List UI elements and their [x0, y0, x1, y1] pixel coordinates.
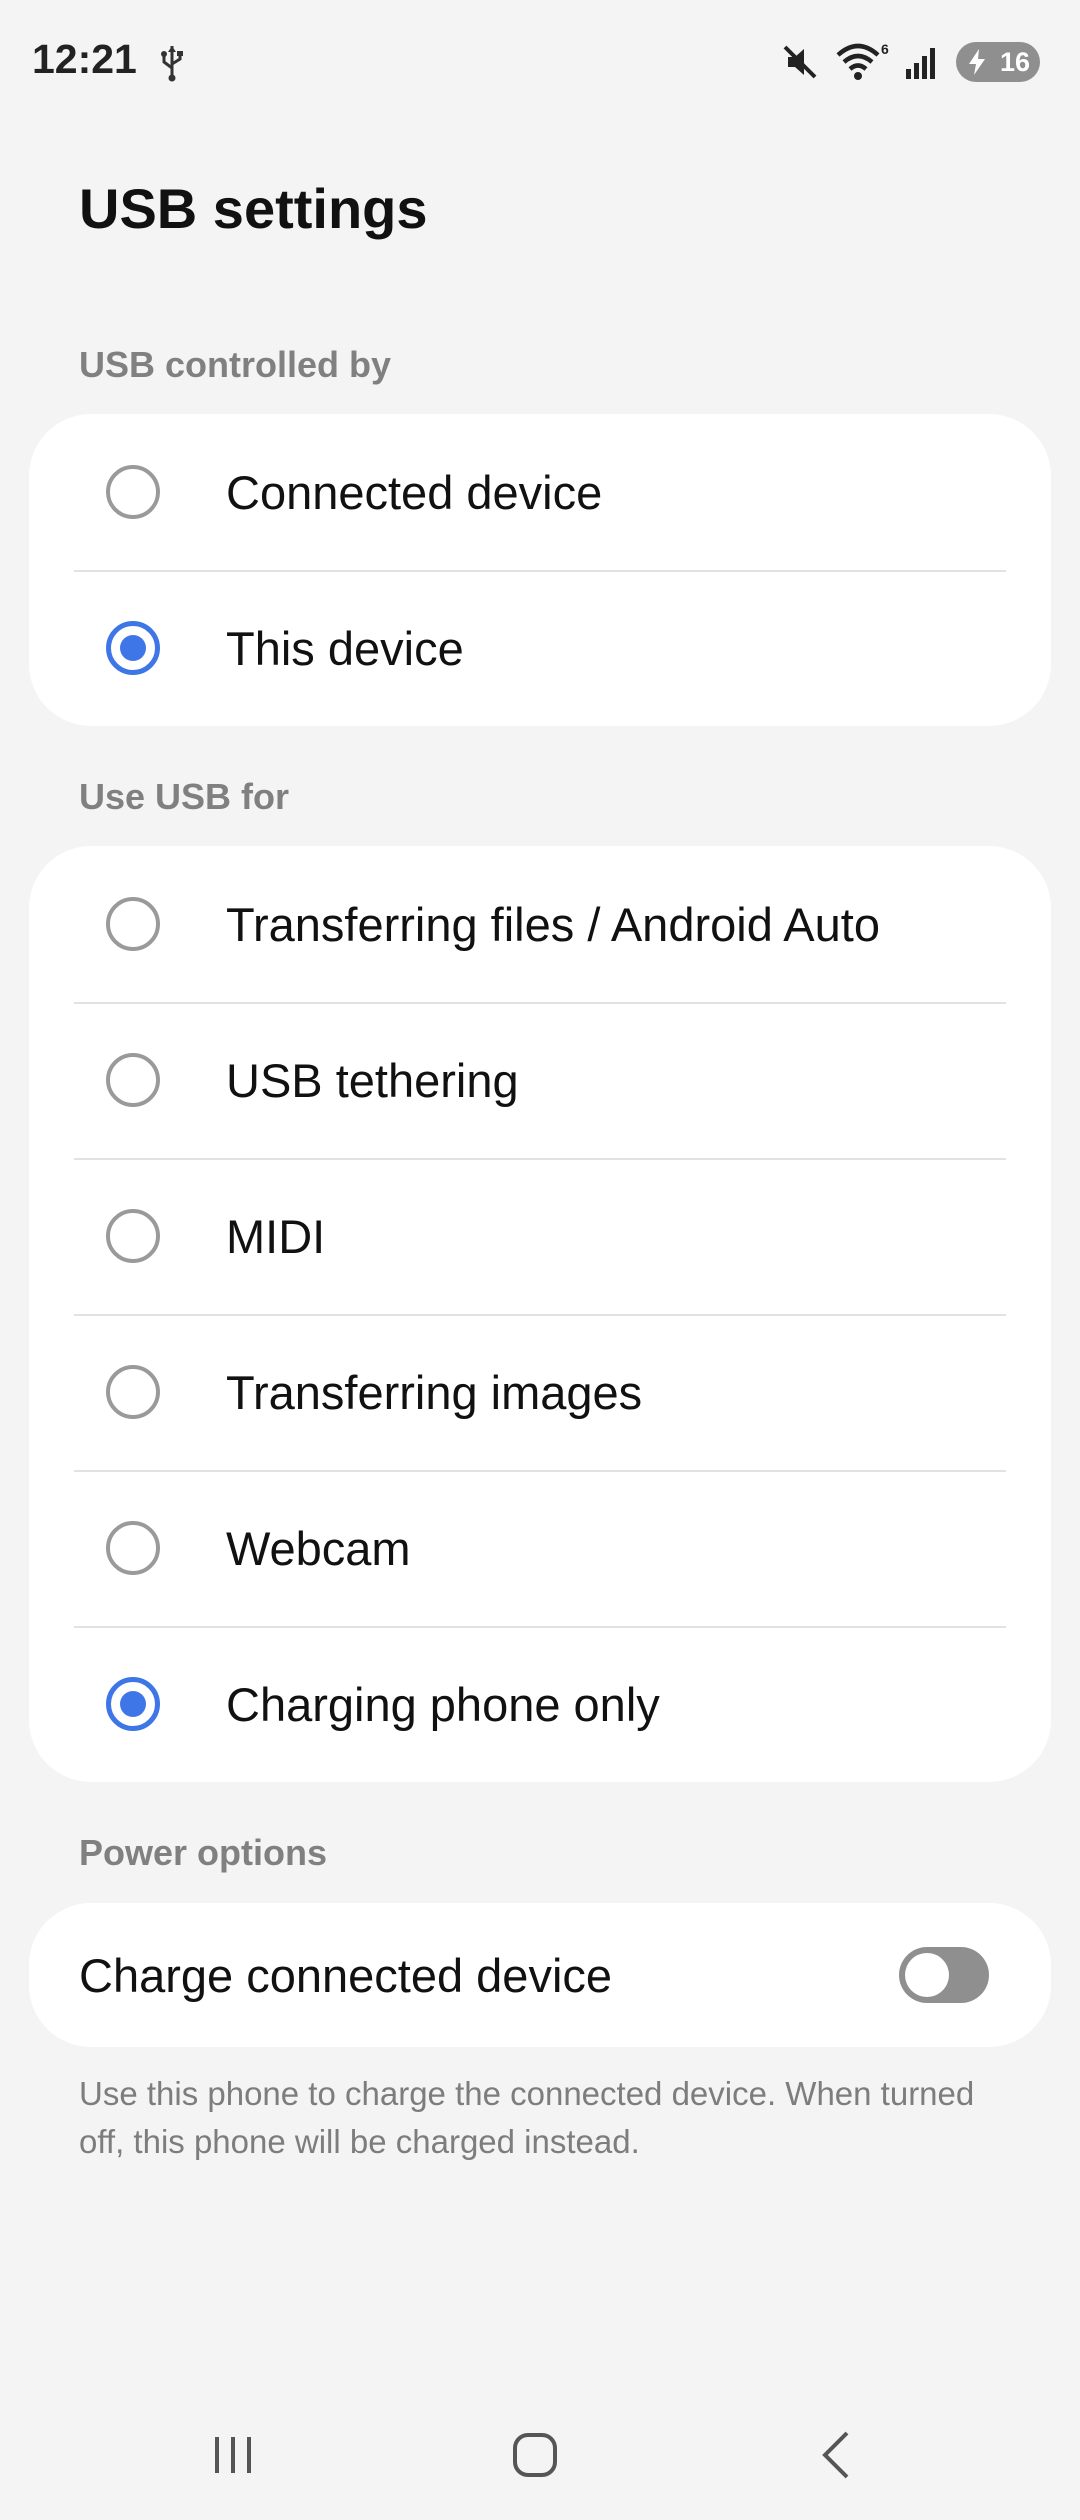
usb-controlled-by-card: Connected device This device [29, 414, 1051, 726]
radio-this-device[interactable] [106, 621, 160, 675]
radio-connected-device[interactable] [106, 465, 160, 519]
charge-connected-device-row[interactable]: Charge connected device [29, 1903, 1051, 2047]
radio-label: Webcam [226, 1521, 411, 1575]
radio-label: Connected device [226, 465, 603, 519]
mute-icon [783, 45, 817, 79]
radio-row-usb-tethering[interactable]: USB tethering [29, 1002, 1051, 1158]
back-button[interactable] [797, 2420, 877, 2490]
radio-row-transferring-files[interactable]: Transferring files / Android Auto [29, 846, 1051, 1002]
use-usb-for-card: Transferring files / Android Auto USB te… [29, 846, 1051, 1782]
radio-midi[interactable] [106, 1209, 160, 1263]
status-time: 12:21 [32, 36, 137, 82]
radio-row-webcam[interactable]: Webcam [29, 1470, 1051, 1626]
usb-icon [161, 46, 183, 82]
radio-webcam[interactable] [106, 1521, 160, 1575]
radio-row-charging-phone-only[interactable]: Charging phone only [29, 1626, 1051, 1782]
charge-connected-device-toggle[interactable] [899, 1947, 989, 2003]
radio-transferring-files[interactable] [106, 897, 160, 951]
recents-icon [215, 2437, 251, 2473]
usb-settings-screen: 12:21 6 16 USB settings USB controlled b… [0, 0, 1080, 2520]
section-label-power-options: Power options [79, 1832, 328, 1873]
radio-label: Charging phone only [226, 1677, 660, 1731]
radio-label: Transferring files / Android Auto [226, 897, 880, 951]
back-icon [822, 2431, 849, 2479]
charge-connected-device-label: Charge connected device [79, 1948, 613, 2002]
toggle-knob [905, 1953, 949, 1997]
battery-level: 16 [999, 46, 1030, 77]
radio-row-this-device[interactable]: This device [29, 570, 1051, 726]
radio-transferring-images[interactable] [106, 1365, 160, 1419]
recents-button[interactable] [193, 2420, 273, 2490]
radio-charging-phone-only[interactable] [106, 1677, 160, 1731]
status-bar: 12:21 6 16 [0, 0, 1080, 120]
radio-label: This device [226, 621, 464, 675]
navigation-bar [0, 2400, 1080, 2520]
section-label-usb-controlled-by: USB controlled by [79, 344, 392, 385]
wifi-icon: 6 [836, 41, 889, 80]
power-options-card: Charge connected device [29, 1903, 1051, 2047]
radio-row-connected-device[interactable]: Connected device [29, 414, 1051, 570]
page-title: USB settings [79, 177, 428, 240]
radio-label: MIDI [226, 1209, 326, 1263]
radio-row-midi[interactable]: MIDI [29, 1158, 1051, 1314]
radio-label: USB tethering [226, 1053, 519, 1107]
home-icon [513, 2433, 557, 2477]
signal-icon [906, 48, 935, 79]
status-icons: 6 16 [780, 40, 1040, 84]
battery-charging-icon: 16 [956, 42, 1040, 82]
radio-label: Transferring images [226, 1365, 643, 1419]
home-button[interactable] [495, 2420, 575, 2490]
section-label-use-usb-for: Use USB for [79, 776, 290, 817]
radio-row-transferring-images[interactable]: Transferring images [29, 1314, 1051, 1470]
wifi-badge: 6 [881, 41, 889, 57]
radio-usb-tethering[interactable] [106, 1053, 160, 1107]
charging-bolt-icon [969, 49, 985, 75]
charge-help-text: Use this phone to charge the connected d… [79, 2075, 975, 2160]
